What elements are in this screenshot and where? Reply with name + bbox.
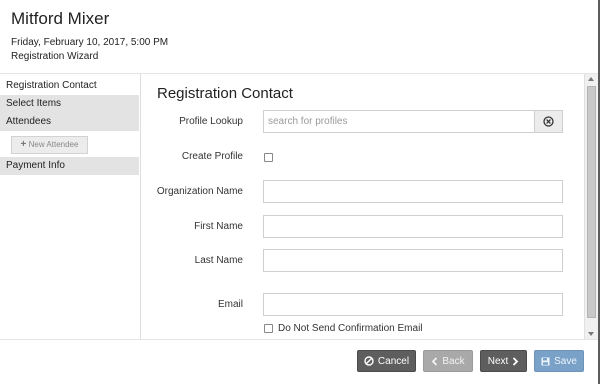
event-datetime: Friday, February 10, 2017, 5:00 PM (11, 37, 169, 48)
form-scrollbar[interactable] (584, 74, 598, 339)
dialog-footer: Cancel Back Next Save (0, 339, 598, 384)
sidebar-item-select-items[interactable]: Select Items (0, 95, 139, 113)
no-confirmation-checkbox[interactable] (264, 324, 273, 333)
new-attendee-button[interactable]: + New Attendee (11, 136, 88, 154)
sidebar-item-attendees[interactable]: Attendees (0, 113, 139, 131)
sidebar-item-registration-contact[interactable]: Registration Contact (0, 77, 139, 95)
scroll-thumb[interactable] (587, 86, 596, 318)
circle-x-icon (543, 116, 554, 127)
form-panel: Registration Contact Profile Lookup Crea… (141, 74, 584, 339)
last-name-label: Last Name (194, 255, 243, 266)
chevron-left-icon (432, 356, 438, 366)
clear-lookup-button[interactable] (535, 110, 563, 133)
last-name-input[interactable] (263, 249, 563, 272)
create-profile-checkbox[interactable] (264, 153, 273, 162)
next-label: Next (487, 355, 509, 367)
ban-icon (364, 356, 374, 366)
profile-lookup-input[interactable] (263, 110, 535, 133)
email-label: Email (217, 299, 243, 310)
registration-dialog: Mitford Mixer Friday, February 10, 2017,… (0, 0, 600, 384)
profile-lookup-label: Profile Lookup (179, 116, 243, 127)
wizard-label: Registration Wizard (11, 51, 99, 62)
save-label: Save (554, 355, 577, 367)
section-title: Registration Contact (157, 85, 293, 102)
chevron-right-icon (513, 356, 519, 366)
first-name-label: First Name (194, 221, 243, 232)
plus-icon: + (20, 139, 27, 150)
dialog-header: Mitford Mixer Friday, February 10, 2017,… (0, 0, 598, 74)
sidebar-item-payment-info[interactable]: Payment Info (0, 157, 139, 175)
cancel-label: Cancel (377, 355, 410, 367)
floppy-disk-icon (541, 357, 550, 365)
next-button[interactable]: Next (480, 350, 527, 372)
wizard-sidebar: Registration Contact Select Items Attend… (0, 74, 141, 339)
email-input[interactable] (263, 293, 563, 316)
scroll-down-arrow-icon[interactable] (588, 332, 594, 336)
save-button[interactable]: Save (534, 350, 584, 372)
organization-name-input[interactable] (263, 180, 563, 203)
scroll-up-arrow-icon[interactable] (588, 77, 594, 81)
event-title: Mitford Mixer (11, 9, 110, 28)
create-profile-label: Create Profile (181, 151, 243, 162)
new-attendee-label: New Attendee (28, 140, 79, 149)
no-confirmation-label: Do Not Send Confirmation Email (278, 323, 423, 334)
dialog-body: Registration Contact Select Items Attend… (0, 74, 598, 339)
first-name-input[interactable] (263, 215, 563, 238)
cancel-button[interactable]: Cancel (357, 350, 416, 372)
organization-name-label: Organization Name (156, 186, 243, 197)
back-label: Back (442, 355, 465, 367)
back-button[interactable]: Back (423, 350, 473, 372)
